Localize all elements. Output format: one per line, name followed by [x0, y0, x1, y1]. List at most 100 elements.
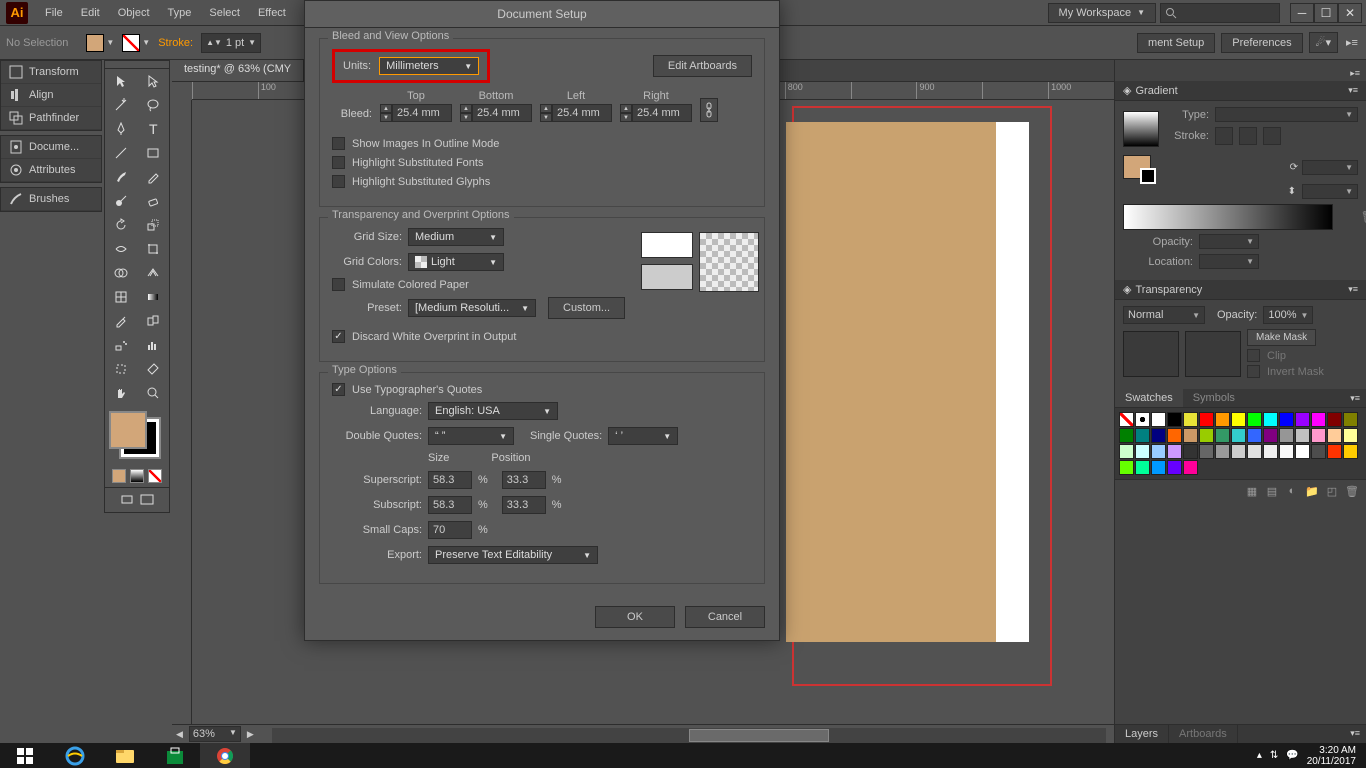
rotate-tool[interactable] [105, 213, 137, 237]
symbols-tab[interactable]: Symbols [1183, 389, 1245, 407]
lasso-tool[interactable] [137, 93, 169, 117]
rectangle-tool[interactable] [137, 141, 169, 165]
menu-file[interactable]: File [36, 7, 72, 19]
swatch-color[interactable] [1167, 444, 1182, 459]
swatch-color[interactable] [1311, 444, 1326, 459]
swatch-color[interactable] [1295, 412, 1310, 427]
type-tool[interactable]: T [137, 117, 169, 141]
column-graph-tool[interactable] [137, 333, 169, 357]
bleed-bottom-up[interactable]: ▲ [460, 104, 472, 113]
fill-swatch[interactable] [86, 34, 104, 52]
hand-tool[interactable] [105, 381, 137, 405]
swatch-color[interactable] [1343, 412, 1358, 427]
swatch-color[interactable] [1183, 460, 1198, 475]
swatch-color[interactable] [1263, 444, 1278, 459]
minimize-button[interactable]: ─ [1290, 3, 1314, 23]
gradient-ramp[interactable] [1123, 204, 1333, 230]
start-button[interactable] [0, 743, 50, 768]
smallcaps-input[interactable]: 70 [428, 521, 472, 539]
stroke-opt-1[interactable] [1215, 127, 1233, 145]
transparency-panel-header[interactable]: ◈Transparency▾≡ [1115, 280, 1366, 300]
swatch-color[interactable] [1151, 444, 1166, 459]
swatch-color[interactable] [1231, 428, 1246, 443]
swatch-color[interactable] [1183, 428, 1198, 443]
stroke-weight-input[interactable]: ▲▼1 pt▼ [201, 33, 261, 53]
swatch-color[interactable] [1311, 412, 1326, 427]
delete-swatch-icon[interactable]: 🗑 [1344, 483, 1360, 499]
swatch-none[interactable] [1119, 412, 1134, 427]
artboards-tab[interactable]: Artboards [1169, 725, 1238, 743]
close-button[interactable]: ✕ [1338, 3, 1362, 23]
taskbar-chrome[interactable] [200, 743, 250, 768]
menu-type[interactable]: Type [159, 7, 201, 19]
bleed-bottom-down[interactable]: ▼ [460, 113, 472, 122]
swatch-color[interactable] [1167, 428, 1182, 443]
grid-color-dark[interactable] [641, 264, 693, 290]
eraser-tool[interactable] [137, 189, 169, 213]
gradient-type-select[interactable]: ▼ [1215, 107, 1358, 122]
color-mode-button[interactable] [112, 469, 126, 483]
swatch-registration[interactable] [1135, 412, 1150, 427]
layers-tab[interactable]: Layers [1115, 725, 1169, 743]
horizontal-scrollbar[interactable] [272, 728, 1106, 743]
swatch-color[interactable] [1263, 412, 1278, 427]
preferences-button[interactable]: Preferences [1221, 33, 1302, 53]
edit-artboards-button[interactable]: Edit Artboards [653, 55, 752, 77]
bleed-bottom-input[interactable]: 25.4 mm [472, 104, 532, 122]
gradient-fill-swatch[interactable] [1123, 155, 1151, 179]
gradient-panel-header[interactable]: ◈Gradient▾≡ [1115, 81, 1366, 101]
simulate-paper-checkbox[interactable] [332, 278, 345, 291]
delete-stop-icon[interactable]: 🗑 [1361, 210, 1366, 224]
paintbrush-tool[interactable] [105, 165, 137, 189]
invert-mask-checkbox[interactable] [1247, 365, 1260, 378]
swatch-color[interactable] [1279, 412, 1294, 427]
single-quotes-select[interactable]: ‘ ’▼ [608, 427, 678, 445]
menu-edit[interactable]: Edit [72, 7, 109, 19]
swatch-color[interactable] [1279, 428, 1294, 443]
grid-size-select[interactable]: Medium▼ [408, 228, 504, 246]
subscript-size-input[interactable]: 58.3 [428, 496, 472, 514]
blend-tool[interactable] [137, 309, 169, 333]
eyedropper-tool[interactable] [105, 309, 137, 333]
panel-collapse-icon[interactable]: ▸≡ [1344, 36, 1360, 49]
menu-effect[interactable]: Effect [249, 7, 295, 19]
units-select[interactable]: Millimeters▼ [379, 57, 479, 75]
grid-color-light[interactable] [641, 232, 693, 258]
swatch-color[interactable] [1247, 444, 1262, 459]
stroke-swatch[interactable] [122, 34, 140, 52]
bleed-left-down[interactable]: ▼ [540, 113, 552, 122]
grid-colors-select[interactable]: Light▼ [408, 253, 504, 271]
blend-mode-select[interactable]: Normal▼ [1123, 306, 1205, 324]
swatch-color[interactable] [1343, 444, 1358, 459]
link-bleed-button[interactable] [700, 98, 718, 122]
transparency-opacity-input[interactable]: 100%▼ [1263, 306, 1313, 324]
gradient-tool[interactable] [137, 285, 169, 309]
swatch-color[interactable] [1151, 428, 1166, 443]
blob-brush-tool[interactable] [105, 189, 137, 213]
swatch-color[interactable] [1119, 444, 1134, 459]
stroke-opt-2[interactable] [1239, 127, 1257, 145]
swatch-options-icon[interactable]: ▤ [1264, 483, 1280, 499]
bleed-right-up[interactable]: ▲ [620, 104, 632, 113]
cancel-button[interactable]: Cancel [685, 606, 765, 628]
double-quotes-select[interactable]: “ ”▼ [428, 427, 514, 445]
swatch-color[interactable] [1183, 444, 1198, 459]
gradient-preview[interactable] [1123, 111, 1159, 147]
swatch-color[interactable] [1231, 444, 1246, 459]
swatch-color[interactable] [1199, 428, 1214, 443]
taskbar-ie[interactable] [50, 743, 100, 768]
swatch-color[interactable] [1135, 428, 1150, 443]
maximize-button[interactable]: ☐ [1314, 3, 1338, 23]
swatch-color[interactable] [1279, 444, 1294, 459]
pen-tool[interactable] [105, 117, 137, 141]
document-tab[interactable]: testing* @ 63% (CMY [172, 60, 304, 81]
direct-selection-tool[interactable] [137, 69, 169, 93]
free-transform-tool[interactable] [137, 237, 169, 261]
ok-button[interactable]: OK [595, 606, 675, 628]
make-mask-button[interactable]: Make Mask [1247, 329, 1316, 346]
mask-thumbnail[interactable] [1123, 331, 1179, 377]
align-to-button[interactable]: ☄▾ [1309, 32, 1338, 53]
bleed-top-up[interactable]: ▲ [380, 104, 392, 113]
swatch-color[interactable] [1295, 444, 1310, 459]
pencil-tool[interactable] [137, 165, 169, 189]
